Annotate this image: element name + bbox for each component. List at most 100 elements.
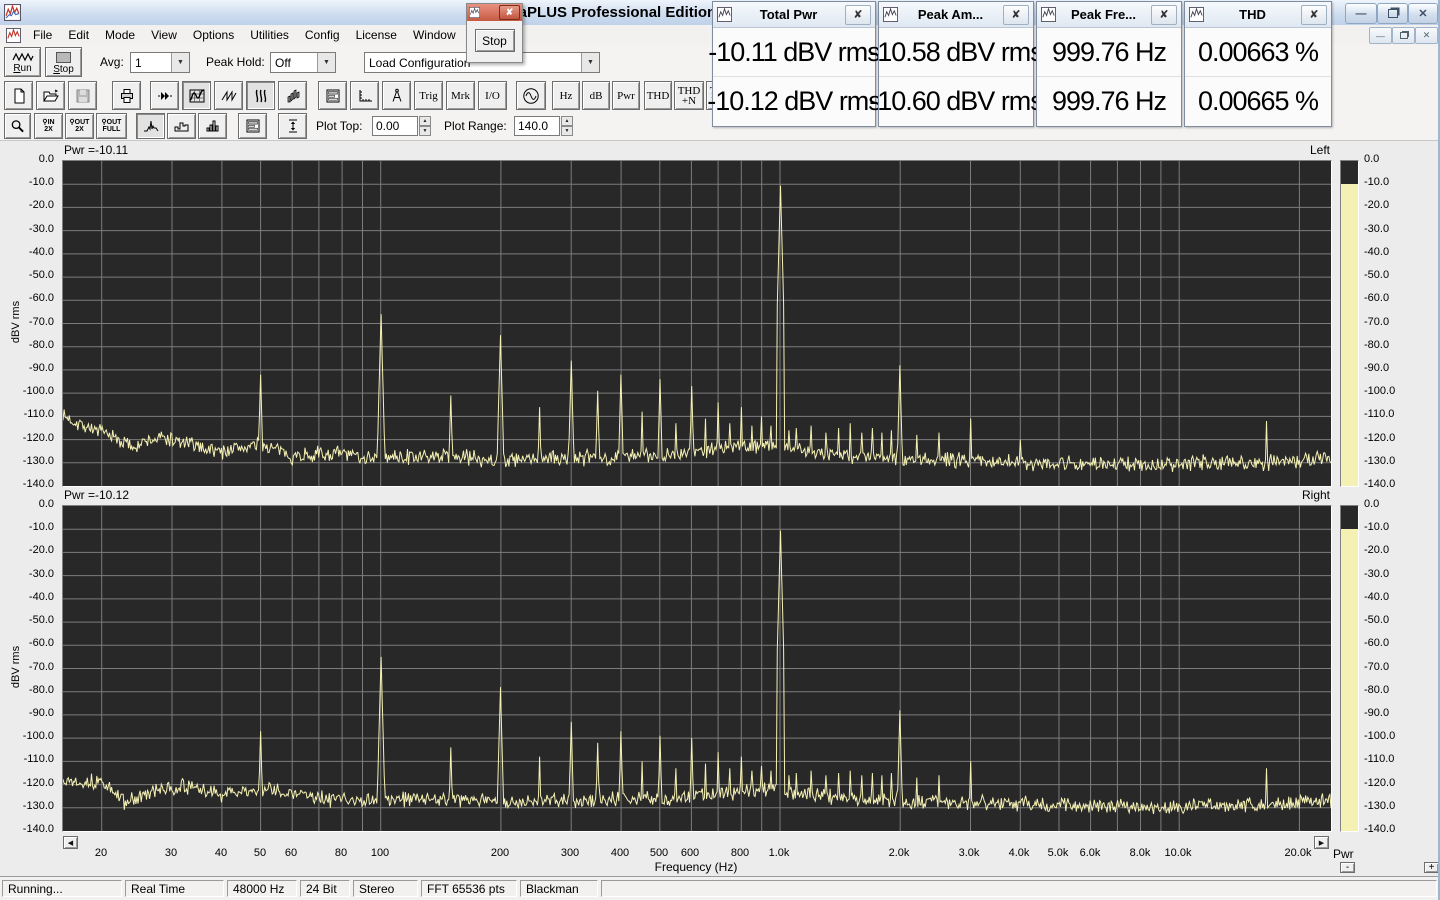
stop-popup-titlebar[interactable]: ✘: [467, 4, 522, 21]
new-file-button[interactable]: [4, 81, 33, 110]
meter-tick-label: -90.0: [1364, 706, 1390, 719]
thd-button[interactable]: THD: [644, 81, 672, 110]
right-spectrum-plot[interactable]: [62, 505, 1332, 832]
spin-down-icon[interactable]: ▼: [561, 126, 573, 136]
avg-combobox[interactable]: 1 ▼: [130, 52, 190, 73]
menu-view[interactable]: View: [143, 26, 185, 44]
peak-hold-dropdown-icon[interactable]: ▼: [317, 53, 335, 72]
y-tick-label: -40.0: [28, 590, 54, 603]
meter-tick-label: -20.0: [1364, 199, 1390, 212]
restore-button[interactable]: [1377, 3, 1408, 24]
stop-popup-button[interactable]: Stop: [474, 29, 515, 52]
avg-label: Avg:: [100, 55, 124, 69]
total-power-titlebar[interactable]: Total Pwr ✘: [713, 2, 875, 28]
menu-edit[interactable]: Edit: [60, 26, 97, 44]
units-db-button[interactable]: dB: [582, 81, 610, 110]
plot-top-spinner[interactable]: ▲ ▼: [419, 116, 431, 136]
line-plot-button[interactable]: [136, 113, 165, 139]
plot-range-value: 140.0: [518, 119, 549, 133]
peak-curve-icon: [143, 120, 158, 132]
x-tick-label: 40: [214, 847, 228, 859]
zoom-out-2x-button[interactable]: ⚲OUT 2X: [65, 113, 94, 139]
surface-plot-button[interactable]: [278, 81, 307, 110]
plot-top-input[interactable]: 0.00: [372, 116, 418, 136]
mdi-minimize-button[interactable]: —: [1369, 27, 1392, 44]
io-device-button[interactable]: I/O: [478, 81, 507, 110]
histogram-button[interactable]: [198, 113, 227, 139]
time-series-button[interactable]: [214, 81, 243, 110]
load-config-dropdown-icon[interactable]: ▼: [581, 53, 599, 72]
signal-generator-button[interactable]: [516, 81, 546, 110]
spin-up-icon[interactable]: ▲: [419, 116, 431, 126]
peak-amplitude-titlebar[interactable]: Peak Am... ✘: [879, 2, 1033, 28]
thd-n-button[interactable]: THD +N: [674, 81, 704, 110]
peak-frequency-titlebar[interactable]: Peak Fre... ✘: [1037, 2, 1181, 28]
menu-license[interactable]: License: [348, 26, 405, 44]
display-options-button[interactable]: [238, 113, 267, 139]
zoom-in-2x-button[interactable]: ⚲IN 2X: [34, 113, 63, 139]
close-icon[interactable]: ✘: [1301, 4, 1327, 25]
y-tick-label: -80.0: [28, 338, 54, 351]
y-tick-label: -120.0: [22, 431, 54, 444]
calibration-button[interactable]: [382, 81, 411, 110]
zoom-button[interactable]: [4, 113, 31, 139]
thd-titlebar[interactable]: THD ✘: [1185, 2, 1331, 28]
settings-dialog-button[interactable]: [318, 81, 347, 110]
close-icon[interactable]: ✘: [499, 5, 520, 20]
meter-tick-label: -120.0: [1364, 776, 1396, 789]
save-floppy-icon: [76, 89, 89, 102]
scroll-right-button[interactable]: ▶: [1314, 836, 1329, 849]
meter-shrink-button[interactable]: -: [1340, 862, 1355, 873]
stop-button-toolbar[interactable]: Stop: [45, 47, 82, 77]
menu-options[interactable]: Options: [185, 26, 242, 44]
spin-down-icon[interactable]: ▼: [419, 126, 431, 136]
close-button[interactable]: ✕: [1408, 3, 1438, 24]
close-icon[interactable]: ✘: [845, 4, 871, 25]
spectrogram-button[interactable]: [246, 81, 275, 110]
minimize-button[interactable]: —: [1345, 3, 1377, 24]
menu-mode[interactable]: Mode: [97, 26, 143, 44]
close-icon[interactable]: ✘: [1003, 4, 1029, 25]
total-power-panel: Total Pwr ✘ -10.11 dBV rms -10.12 dBV rm…: [707, 1, 882, 127]
y-tick-label: -60.0: [28, 637, 54, 650]
save-button[interactable]: [68, 81, 97, 110]
meter-tick-label: 0.0: [1364, 153, 1380, 165]
triggering-button[interactable]: Trig: [414, 81, 443, 110]
peak-hold-label: Peak Hold:: [206, 55, 265, 69]
app-icon: [4, 4, 21, 21]
open-file-button[interactable]: [36, 81, 65, 110]
mdi-restore-button[interactable]: [1392, 27, 1415, 44]
left-spectrum-plot[interactable]: [62, 160, 1332, 487]
menu-utilities[interactable]: Utilities: [242, 26, 297, 44]
scaling-button[interactable]: [350, 81, 379, 110]
menu-config[interactable]: Config: [297, 26, 348, 44]
close-icon[interactable]: ✘: [1151, 4, 1177, 25]
peak-frequency-left-value: 999.76 Hz: [1051, 36, 1167, 67]
calipers-icon: [392, 88, 401, 102]
spectrum-view-button[interactable]: [182, 81, 211, 110]
vertical-scale-button[interactable]: [278, 113, 307, 139]
x-axis-title: Frequency (Hz): [654, 860, 738, 874]
y-tick-label: -40.0: [28, 245, 54, 258]
plot-range-spinner[interactable]: ▲ ▼: [561, 116, 573, 136]
zoom-out-full-button[interactable]: ⚲OUT FULL: [96, 113, 127, 139]
meter-tick-label: -30.0: [1364, 222, 1390, 235]
units-hz-button[interactable]: Hz: [552, 81, 580, 110]
avg-dropdown-icon[interactable]: ▼: [171, 53, 189, 72]
units-pwr-button[interactable]: Pwr: [612, 81, 640, 110]
run-button[interactable]: Run: [4, 47, 41, 77]
spin-up-icon[interactable]: ▲: [561, 116, 573, 126]
plot-range-input[interactable]: 140.0: [514, 116, 560, 136]
bar-plot-button[interactable]: [167, 113, 196, 139]
panel-title: Peak Fre...: [1070, 7, 1137, 22]
menu-file[interactable]: File: [25, 26, 60, 44]
print-button[interactable]: [112, 81, 141, 110]
menu-window[interactable]: Window: [405, 26, 464, 44]
fast-forward-button[interactable]: [150, 81, 179, 110]
peak-hold-combobox[interactable]: Off ▼: [270, 52, 336, 73]
meter-grow-button[interactable]: +: [1424, 862, 1438, 873]
scroll-left-button[interactable]: ◀: [63, 836, 78, 849]
right-channel-label: Right: [1301, 488, 1330, 502]
markers-button[interactable]: Mrk: [446, 81, 475, 110]
mdi-close-button[interactable]: ✕: [1415, 27, 1438, 44]
